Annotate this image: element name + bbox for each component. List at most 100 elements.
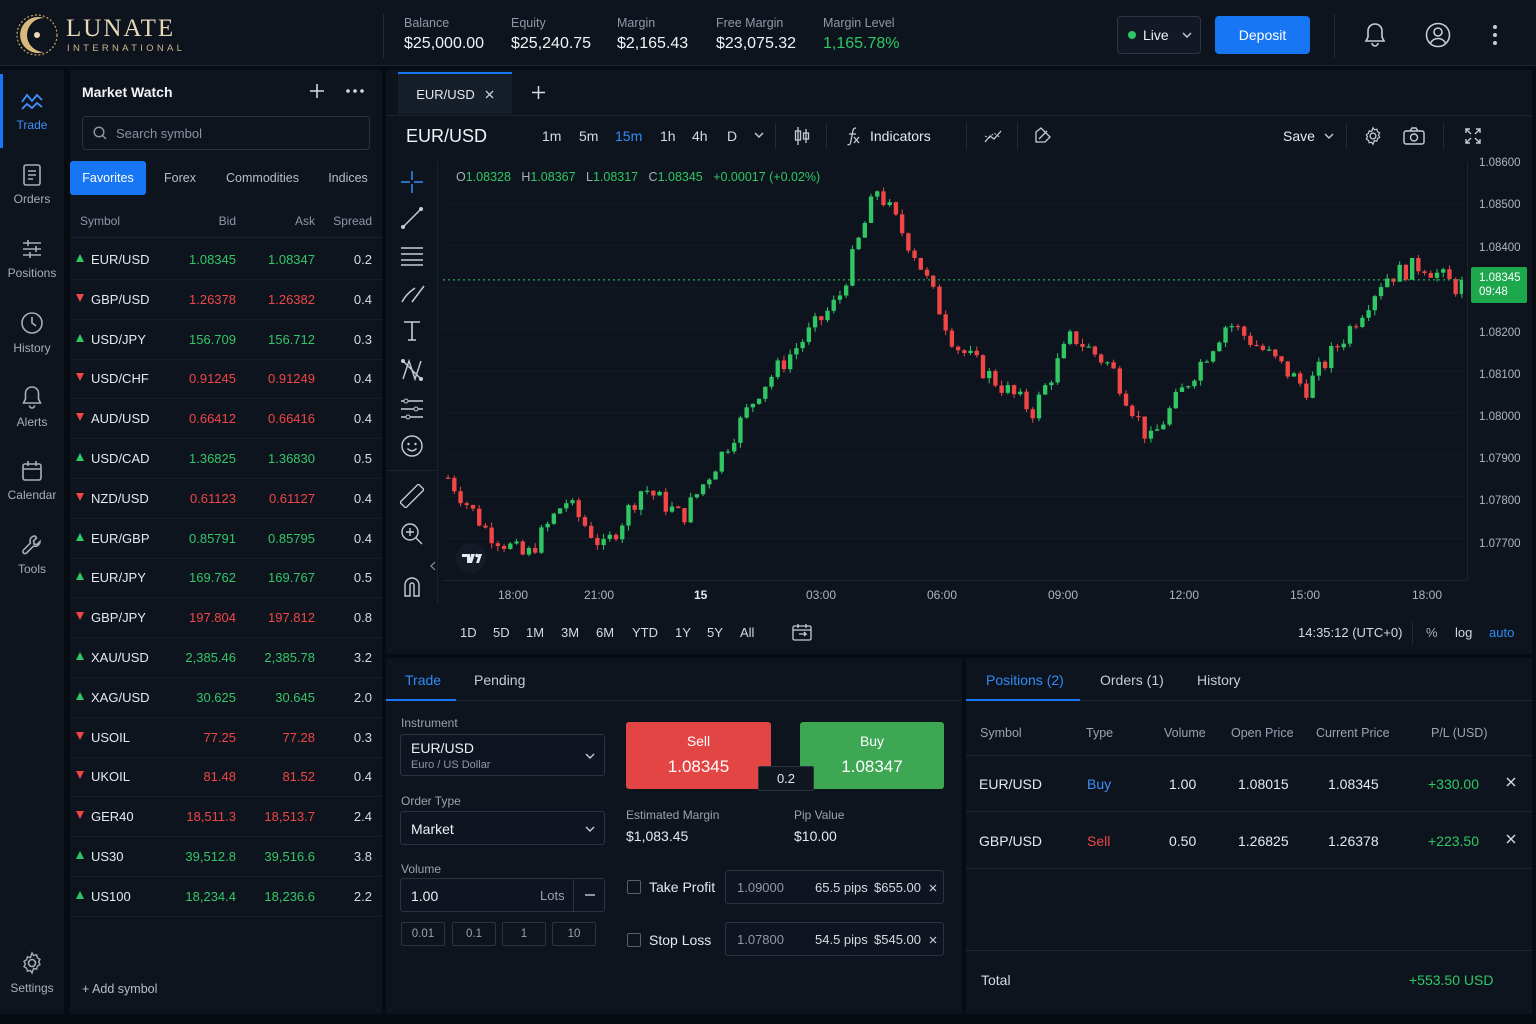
volume-preset-button[interactable]: 10 bbox=[552, 922, 596, 946]
stop-loss-checkbox[interactable] bbox=[627, 933, 641, 947]
symbol-row[interactable]: UKOIL 81.48 81.52 0.4 bbox=[70, 757, 382, 798]
tab-indices[interactable]: Indices bbox=[318, 161, 378, 195]
percent-scale-toggle[interactable]: % bbox=[1426, 625, 1438, 640]
deposit-button[interactable]: Deposit bbox=[1215, 16, 1310, 54]
close-position-icon[interactable] bbox=[1506, 777, 1516, 787]
position-row[interactable]: EUR/USD Buy 1.00 1.08015 1.08345 +330.00 bbox=[966, 756, 1532, 812]
volume-preset-button[interactable]: 0.01 bbox=[401, 922, 445, 946]
settings-gear-icon[interactable] bbox=[1363, 126, 1383, 146]
candle-type-icon[interactable] bbox=[794, 126, 810, 146]
range-1y[interactable]: 1Y bbox=[675, 625, 691, 640]
range-ytd[interactable]: YTD bbox=[632, 625, 658, 640]
tab-favorites[interactable]: Favorites bbox=[70, 161, 146, 195]
symbol-row[interactable]: XAG/USD 30.625 30.645 2.0 bbox=[70, 678, 382, 718]
tab-trade[interactable]: Trade bbox=[405, 672, 441, 688]
position-row[interactable]: GBP/USD Sell 0.50 1.26825 1.26378 +223.5… bbox=[966, 813, 1532, 869]
user-avatar-icon[interactable] bbox=[1425, 22, 1451, 48]
range-all[interactable]: All bbox=[740, 625, 754, 640]
nav-tools[interactable]: Tools bbox=[0, 518, 64, 592]
timeframe-d[interactable]: D bbox=[727, 128, 737, 144]
indicators-button[interactable]: Indicators bbox=[845, 126, 931, 146]
utc-clock[interactable]: 14:35:12 (UTC+0) bbox=[1298, 625, 1402, 640]
timeframe-4h[interactable]: 4h bbox=[692, 128, 708, 144]
symbol-row[interactable]: US100 18,234.4 18,236.6 2.2 bbox=[70, 877, 382, 917]
tab-forex[interactable]: Forex bbox=[150, 161, 210, 195]
pattern-tool-icon[interactable] bbox=[400, 358, 424, 382]
range-5d[interactable]: 5D bbox=[493, 625, 510, 640]
add-symbol-link[interactable]: + Add symbol bbox=[82, 982, 157, 996]
timeframe-1m[interactable]: 1m bbox=[542, 128, 561, 144]
fullscreen-icon[interactable] bbox=[1465, 128, 1481, 144]
collapse-toolbar-icon[interactable] bbox=[430, 561, 436, 571]
add-tab-icon[interactable] bbox=[531, 85, 546, 100]
close-icon[interactable] bbox=[929, 936, 937, 944]
search-input[interactable]: Search symbol bbox=[82, 116, 370, 150]
symbol-row[interactable]: US30 39,512.8 39,516.6 3.8 bbox=[70, 837, 382, 877]
range-6m[interactable]: 6M bbox=[596, 625, 614, 640]
auto-scale-toggle[interactable]: auto bbox=[1489, 625, 1514, 640]
take-profit-input[interactable]: 1.09000 65.5 pips $655.00 bbox=[725, 870, 944, 904]
chart-tab[interactable]: EUR/USD bbox=[398, 72, 512, 114]
horizontal-lines-icon[interactable] bbox=[400, 246, 424, 266]
text-tool-icon[interactable] bbox=[402, 320, 422, 342]
save-button[interactable]: Save bbox=[1283, 128, 1315, 144]
tab-pending[interactable]: Pending bbox=[474, 672, 525, 688]
nav-trade[interactable]: Trade bbox=[0, 74, 64, 148]
tab-commodities[interactable]: Commodities bbox=[215, 161, 310, 195]
symbol-row[interactable]: GBP/JPY 197.804 197.812 0.8 bbox=[70, 598, 382, 639]
date-range-icon[interactable] bbox=[792, 623, 812, 641]
nav-alerts[interactable]: Alerts bbox=[0, 370, 64, 444]
nav-history[interactable]: History bbox=[0, 296, 64, 370]
volume-preset-button[interactable]: 1 bbox=[502, 922, 546, 946]
range-1m[interactable]: 1M bbox=[526, 625, 544, 640]
nav-orders[interactable]: Orders bbox=[0, 148, 64, 222]
more-horizontal-icon[interactable] bbox=[346, 89, 364, 93]
symbol-row[interactable]: EUR/USD 1.08345 1.08347 0.2 bbox=[70, 240, 382, 280]
timeframe-1h[interactable]: 1h bbox=[660, 128, 676, 144]
symbol-row[interactable]: GER40 18,511.3 18,513.7 2.4 bbox=[70, 797, 382, 838]
symbol-row[interactable]: USD/CHF 0.91245 0.91249 0.4 bbox=[70, 359, 382, 400]
range-5y[interactable]: 5Y bbox=[707, 625, 723, 640]
range-1d[interactable]: 1D bbox=[460, 625, 477, 640]
account-mode-select[interactable]: Live bbox=[1117, 16, 1201, 54]
bell-icon[interactable] bbox=[1363, 22, 1387, 48]
chevron-down-icon[interactable] bbox=[1324, 133, 1334, 139]
magnet-icon[interactable] bbox=[400, 574, 424, 598]
buy-button[interactable]: Buy 1.08347 bbox=[800, 722, 944, 789]
nav-positions[interactable]: Positions bbox=[0, 222, 64, 296]
take-profit-checkbox[interactable] bbox=[627, 880, 641, 894]
camera-icon[interactable] bbox=[1403, 127, 1425, 145]
tab-history[interactable]: History bbox=[1197, 672, 1241, 688]
symbol-row[interactable]: EUR/GBP 0.85791 0.85795 0.4 bbox=[70, 519, 382, 559]
sell-button[interactable]: Sell 1.08345 bbox=[626, 722, 771, 789]
instrument-select[interactable]: EUR/USD Euro / US Dollar bbox=[400, 734, 605, 776]
volume-preset-button[interactable]: 0.1 bbox=[452, 922, 496, 946]
tab-orders[interactable]: Orders (1) bbox=[1100, 672, 1164, 688]
symbol-row[interactable]: XAU/USD 2,385.46 2,385.78 3.2 bbox=[70, 638, 382, 678]
symbol-row[interactable]: GBP/USD 1.26378 1.26382 0.4 bbox=[70, 280, 382, 320]
alert-line-icon[interactable] bbox=[1034, 126, 1052, 144]
log-scale-toggle[interactable]: log bbox=[1455, 625, 1472, 640]
symbol-row[interactable]: AUD/USD 0.66412 0.66416 0.4 bbox=[70, 399, 382, 440]
tab-positions[interactable]: Positions (2) bbox=[986, 672, 1064, 688]
timeframe-15m[interactable]: 15m bbox=[615, 128, 642, 144]
trendline-icon[interactable] bbox=[400, 206, 424, 230]
range-3m[interactable]: 3M bbox=[561, 625, 579, 640]
zoom-in-icon[interactable] bbox=[400, 522, 424, 546]
nav-settings[interactable]: Settings bbox=[0, 936, 64, 1010]
compare-icon[interactable] bbox=[984, 128, 1002, 144]
more-vertical-icon[interactable] bbox=[1490, 24, 1500, 46]
symbol-row[interactable]: NZD/USD 0.61123 0.61127 0.4 bbox=[70, 479, 382, 519]
ruler-icon[interactable] bbox=[400, 484, 424, 508]
crosshair-icon[interactable] bbox=[400, 170, 424, 194]
order-type-select[interactable]: Market bbox=[400, 811, 605, 845]
fib-tool-icon[interactable] bbox=[400, 398, 424, 420]
symbol-row[interactable]: USOIL 77.25 77.28 0.3 bbox=[70, 718, 382, 758]
symbol-row[interactable]: EUR/JPY 169.762 169.767 0.5 bbox=[70, 558, 382, 599]
nav-calendar[interactable]: Calendar bbox=[0, 444, 64, 518]
symbol-row[interactable]: USD/CAD 1.36825 1.36830 0.5 bbox=[70, 439, 382, 479]
close-icon[interactable] bbox=[929, 884, 937, 892]
chevron-down-icon[interactable] bbox=[754, 132, 764, 138]
emoji-icon[interactable] bbox=[400, 434, 424, 458]
volume-input[interactable]: 1.00 Lots bbox=[400, 878, 605, 912]
